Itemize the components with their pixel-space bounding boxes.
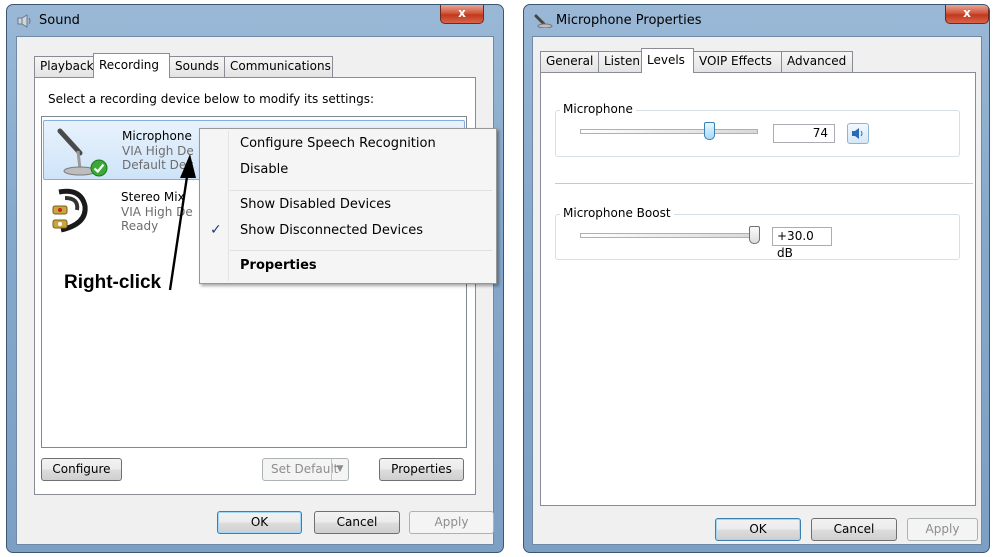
microphone-icon xyxy=(534,14,553,28)
mic-tab-strip: General Listen Levels VOIP Effects Advan… xyxy=(540,48,860,73)
microphone-boost-thumb[interactable] xyxy=(749,226,760,244)
sound-title: Sound xyxy=(39,13,80,28)
configure-button[interactable]: Configure xyxy=(41,458,122,481)
microphone-boost-slider[interactable] xyxy=(580,233,760,238)
group-divider xyxy=(555,183,973,184)
mute-button[interactable] xyxy=(847,123,869,144)
tab-voip-effects[interactable]: VOIP Effects xyxy=(693,51,782,72)
checkmark-icon: ✓ xyxy=(210,222,222,238)
green-check-icon xyxy=(90,159,108,177)
microphone-level-label: Microphone xyxy=(560,102,636,116)
microphone-properties-window: Microphone Properties x General Listen L… xyxy=(523,4,990,553)
tab-listen[interactable]: Listen xyxy=(598,51,642,72)
mic-properties-title: Microphone Properties xyxy=(556,13,702,28)
menu-item-show-disabled[interactable]: Show Disabled Devices xyxy=(240,197,391,212)
menu-item-configure-speech[interactable]: Configure Speech Recognition xyxy=(240,136,436,151)
sound-tab-strip: Playback Recording Sounds Communications xyxy=(34,53,334,78)
microphone-level-thumb[interactable] xyxy=(703,122,715,140)
mic-properties-client-area: General Listen Levels VOIP Effects Advan… xyxy=(532,36,982,545)
levels-panel: Microphone 74 Microphone Boost +30.0 dB xyxy=(540,72,976,506)
menu-separator xyxy=(230,250,492,251)
speaker-icon xyxy=(852,128,863,139)
tab-advanced[interactable]: Advanced xyxy=(781,51,853,72)
apply-button[interactable]: Apply xyxy=(907,518,978,541)
speaker-icon xyxy=(17,14,31,28)
tab-playback[interactable]: Playback xyxy=(34,56,94,77)
tab-sounds[interactable]: Sounds xyxy=(169,56,225,77)
tab-general[interactable]: General xyxy=(540,51,599,72)
microphone-boost-value[interactable]: +30.0 dB xyxy=(772,227,832,260)
ok-button[interactable]: OK xyxy=(217,511,302,534)
device-microphone-name: Microphone xyxy=(122,129,192,143)
microphone-level-group: Microphone 74 xyxy=(555,102,960,157)
menu-gutter xyxy=(228,131,229,281)
close-button[interactable]: x xyxy=(440,5,484,24)
menu-item-properties[interactable]: Properties xyxy=(240,258,317,273)
close-button[interactable]: x xyxy=(945,5,989,24)
cancel-button[interactable]: Cancel xyxy=(314,511,400,534)
properties-button[interactable]: Properties xyxy=(379,458,464,481)
menu-separator xyxy=(230,190,492,191)
microphone-level-slider[interactable] xyxy=(580,129,758,134)
menu-item-disable[interactable]: Disable xyxy=(240,162,288,177)
set-default-button[interactable]: Set Default ▼ xyxy=(262,458,349,481)
microphone-boost-group: Microphone Boost +30.0 dB xyxy=(555,206,960,260)
right-click-annotation: Right-click xyxy=(64,272,162,293)
rca-cable-icon xyxy=(52,188,88,233)
mic-properties-title-bar[interactable]: Microphone Properties x xyxy=(524,5,989,35)
apply-button[interactable]: Apply xyxy=(409,511,494,534)
annotation-arrow-icon xyxy=(168,154,196,291)
menu-item-show-disconnected[interactable]: Show Disconnected Devices xyxy=(240,223,423,238)
tab-levels[interactable]: Levels xyxy=(641,48,694,73)
chevron-down-icon[interactable]: ▼ xyxy=(331,459,348,480)
sound-title-bar[interactable]: Sound x xyxy=(7,5,503,35)
cancel-button[interactable]: Cancel xyxy=(811,518,897,541)
tab-recording[interactable]: Recording xyxy=(93,53,170,78)
tab-communications[interactable]: Communications xyxy=(224,56,333,77)
microphone-level-value[interactable]: 74 xyxy=(773,124,835,143)
microphone-boost-label: Microphone Boost xyxy=(560,206,674,220)
ok-button[interactable]: OK xyxy=(715,518,801,541)
set-default-label: Set Default xyxy=(271,462,339,476)
context-menu: Configure Speech Recognition Disable Sho… xyxy=(199,128,497,284)
device-stereo-mix-status: Ready xyxy=(121,219,159,233)
instruction-text: Select a recording device below to modif… xyxy=(48,92,375,106)
